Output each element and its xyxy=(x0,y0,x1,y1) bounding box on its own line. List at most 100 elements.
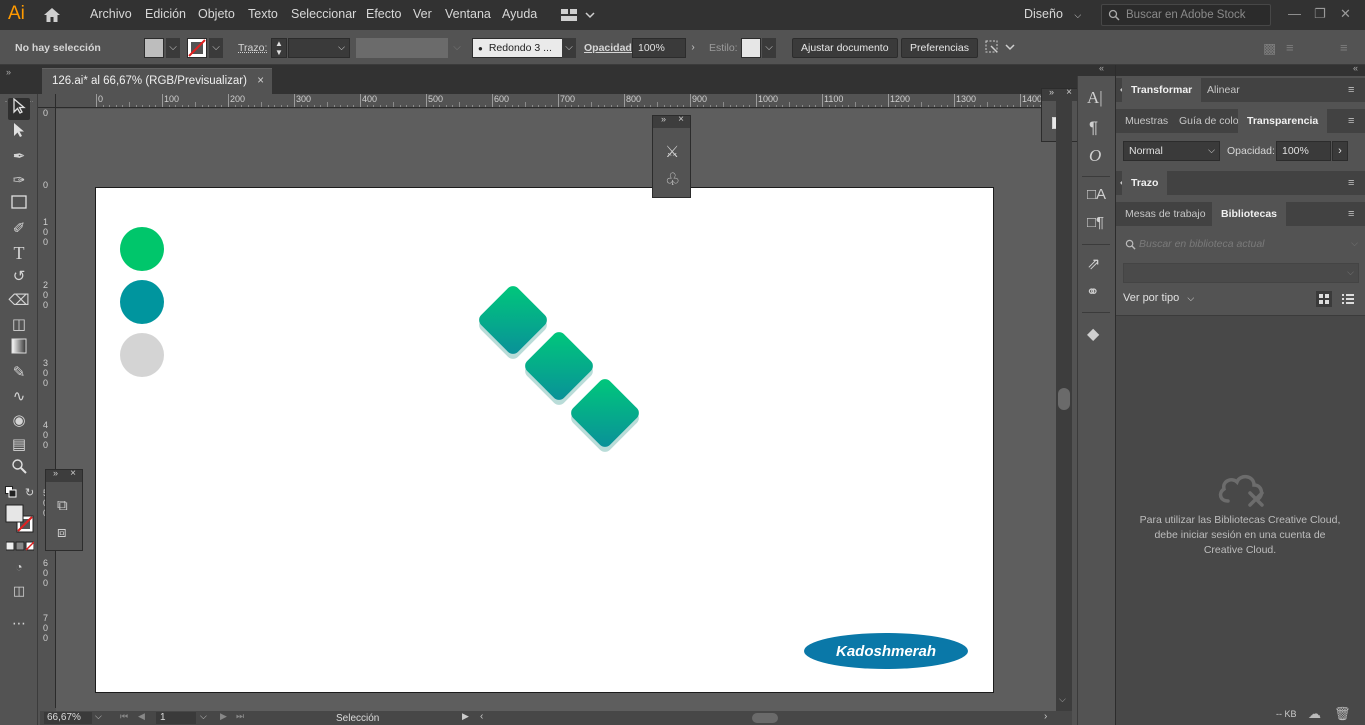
artboard-tool-icon[interactable]: ▤ xyxy=(8,434,30,456)
screen-mode-icon[interactable]: ◫ xyxy=(8,580,30,602)
paragraph-styles-icon[interactable]: □¶ xyxy=(1087,214,1104,231)
eraser-tool-icon[interactable]: ⌫ xyxy=(8,290,30,312)
align-grid-icon[interactable]: ▩ xyxy=(1263,40,1276,57)
draw-mode-icon[interactable]: ◔ xyxy=(8,556,30,578)
color-mode-buttons[interactable] xyxy=(5,540,35,554)
minimize-icon[interactable]: — xyxy=(1288,6,1302,21)
profile-dropdown[interactable]: ⌵ xyxy=(450,38,464,58)
close-icon[interactable]: ✕ xyxy=(1340,6,1354,21)
panel-menu-icon[interactable]: ≡ xyxy=(1348,177,1358,189)
artboard-dropdown-icon[interactable]: ⌵ xyxy=(200,711,207,722)
scroll-down-icon[interactable]: ⌵ xyxy=(1059,694,1066,705)
panel-menu-icon[interactable]: ≡ xyxy=(1348,84,1358,96)
menu-objeto[interactable]: Objeto xyxy=(198,7,235,21)
floating-panel-header[interactable]: » × xyxy=(46,468,82,482)
opacity-slider-arrow[interactable]: › xyxy=(1332,141,1348,161)
floating-panel-header[interactable]: » × xyxy=(653,114,690,128)
stock-search-input[interactable]: Buscar en Adobe Stock xyxy=(1101,4,1271,26)
collapse-strip-icon[interactable]: « xyxy=(1099,63,1104,73)
menu-archivo[interactable]: Archivo xyxy=(90,7,132,21)
view-by-type[interactable]: Ver por tipo ⌵ xyxy=(1123,292,1194,304)
menu-ayuda[interactable]: Ayuda xyxy=(502,7,537,21)
symbols-icon[interactable]: ♧ xyxy=(665,170,680,190)
menu-seleccionar[interactable]: Seleccionar xyxy=(291,7,356,21)
tab-transformar[interactable]: Transformar xyxy=(1122,78,1202,102)
maximize-icon[interactable]: ❐ xyxy=(1314,6,1328,21)
shape-builder-tool-icon[interactable]: ◉ xyxy=(8,410,30,432)
fill-swatch[interactable] xyxy=(144,38,164,58)
vertical-scrollbar[interactable]: ⌵ xyxy=(1056,94,1072,711)
stroke-none-icon[interactable] xyxy=(187,38,207,58)
transparency-opacity-field[interactable]: 100% xyxy=(1276,141,1331,161)
stroke-dropdown[interactable]: ⌵ xyxy=(209,38,223,58)
warp-tool-icon[interactable]: ◫ xyxy=(8,314,30,336)
eyedropper-tool-icon[interactable]: ✎ xyxy=(8,362,30,384)
artboard[interactable]: Kadoshmerah xyxy=(95,187,994,693)
default-colors-icon[interactable] xyxy=(5,486,17,498)
status-menu-icon[interactable]: ▶ xyxy=(462,711,469,722)
style-dropdown[interactable]: ⌵ xyxy=(762,38,776,58)
tab-bibliotecas[interactable]: Bibliotecas xyxy=(1212,202,1287,226)
blend-tool-icon[interactable]: ∿ xyxy=(8,386,30,408)
menu-edicion[interactable]: Edición xyxy=(145,7,186,21)
library-select[interactable]: ⌵ xyxy=(1123,263,1359,283)
grid-view-icon[interactable] xyxy=(1316,291,1332,307)
ruler-origin[interactable] xyxy=(38,94,56,108)
stroke-label[interactable]: Trazo: xyxy=(238,42,267,54)
export-icon[interactable]: ⇗ xyxy=(1087,254,1100,274)
control-bar-menu-icon[interactable]: ≡ xyxy=(1340,40,1348,55)
tab-muestras[interactable]: Muestras xyxy=(1116,109,1177,133)
last-artboard-icon[interactable]: ⏭ xyxy=(236,711,244,722)
cloud-sync-icon[interactable]: ☁ xyxy=(1308,706,1321,722)
panel-menu-icon[interactable]: ≡ xyxy=(1348,208,1358,220)
trash-icon[interactable]: 🗑 xyxy=(1334,706,1351,722)
type-tool-icon[interactable]: T xyxy=(8,242,30,264)
transform-again-icon[interactable]: ⧈ xyxy=(57,524,67,541)
collapse-dock-icon[interactable]: « xyxy=(1353,63,1358,73)
home-icon[interactable] xyxy=(42,6,62,24)
menu-texto[interactable]: Texto xyxy=(248,7,278,21)
curvature-tool-icon[interactable]: ✑ xyxy=(8,170,30,192)
previous-artboard-icon[interactable]: ◀ xyxy=(138,711,145,722)
transform-options-icon[interactable] xyxy=(984,39,1016,55)
stroke-weight-stepper[interactable]: ▲ ▼ xyxy=(271,38,287,58)
opacity-label[interactable]: Opacidad: xyxy=(584,42,635,54)
tab-trazo[interactable]: Trazo xyxy=(1122,171,1168,195)
close-panel-icon[interactable]: × xyxy=(70,468,76,479)
links-icon[interactable]: ⚭ xyxy=(1086,282,1099,302)
graphic-style-swatch[interactable] xyxy=(741,38,761,58)
document-tab[interactable]: 126.ai* al 66,67% (RGB/Previsualizar) × xyxy=(42,68,272,94)
more-tools-icon[interactable]: ⋯ xyxy=(8,612,30,634)
next-artboard-icon[interactable]: ▶ xyxy=(220,711,227,722)
first-artboard-icon[interactable]: ⏮ xyxy=(120,711,128,722)
panel-menu-icon[interactable]: ≡ xyxy=(1348,115,1358,127)
expand-panel-icon[interactable]: » xyxy=(1049,87,1054,97)
list-view-icon[interactable] xyxy=(1340,291,1356,307)
opentype-panel-icon[interactable]: O xyxy=(1089,146,1101,166)
fill-dropdown[interactable]: ⌵ xyxy=(166,38,180,58)
tab-transparencia[interactable]: Transparencia xyxy=(1238,109,1328,133)
vertical-scroll-thumb[interactable] xyxy=(1058,388,1070,410)
workspace-switcher[interactable]: Diseño ⌵ xyxy=(1024,7,1081,21)
layers-icon[interactable]: ◆ xyxy=(1087,324,1099,344)
zoom-tool-icon[interactable] xyxy=(8,458,30,480)
dock-header[interactable]: « xyxy=(1116,63,1365,76)
selection-tool-icon[interactable] xyxy=(8,97,30,120)
scroll-right-icon[interactable]: › xyxy=(1044,711,1047,722)
menu-ventana[interactable]: Ventana xyxy=(445,7,491,21)
fill-stroke-swatches[interactable] xyxy=(5,504,35,534)
brush-definition-field[interactable]: ● Redondo 3 ... xyxy=(472,38,576,58)
puppet-warp-icon[interactable]: ⚔ xyxy=(665,142,679,162)
preferences-button[interactable]: Preferencias xyxy=(901,38,978,58)
paintbrush-tool-icon[interactable]: ✐ xyxy=(8,218,30,240)
icon-strip-header[interactable]: « xyxy=(1077,63,1115,76)
expand-panel-icon[interactable]: » xyxy=(661,114,666,124)
close-tab-icon[interactable]: × xyxy=(257,75,264,87)
tab-mesas-de-trabajo[interactable]: Mesas de trabajo xyxy=(1116,202,1215,226)
collapse-toolbar-icon[interactable]: » xyxy=(6,67,11,77)
expand-panel-icon[interactable]: » xyxy=(53,468,58,478)
pen-tool-icon[interactable]: ✒ xyxy=(8,146,30,168)
artboard-number-field[interactable]: 1 xyxy=(156,712,196,724)
menu-efecto[interactable]: Efecto xyxy=(366,7,401,21)
character-panel-icon[interactable]: A| xyxy=(1087,88,1103,108)
